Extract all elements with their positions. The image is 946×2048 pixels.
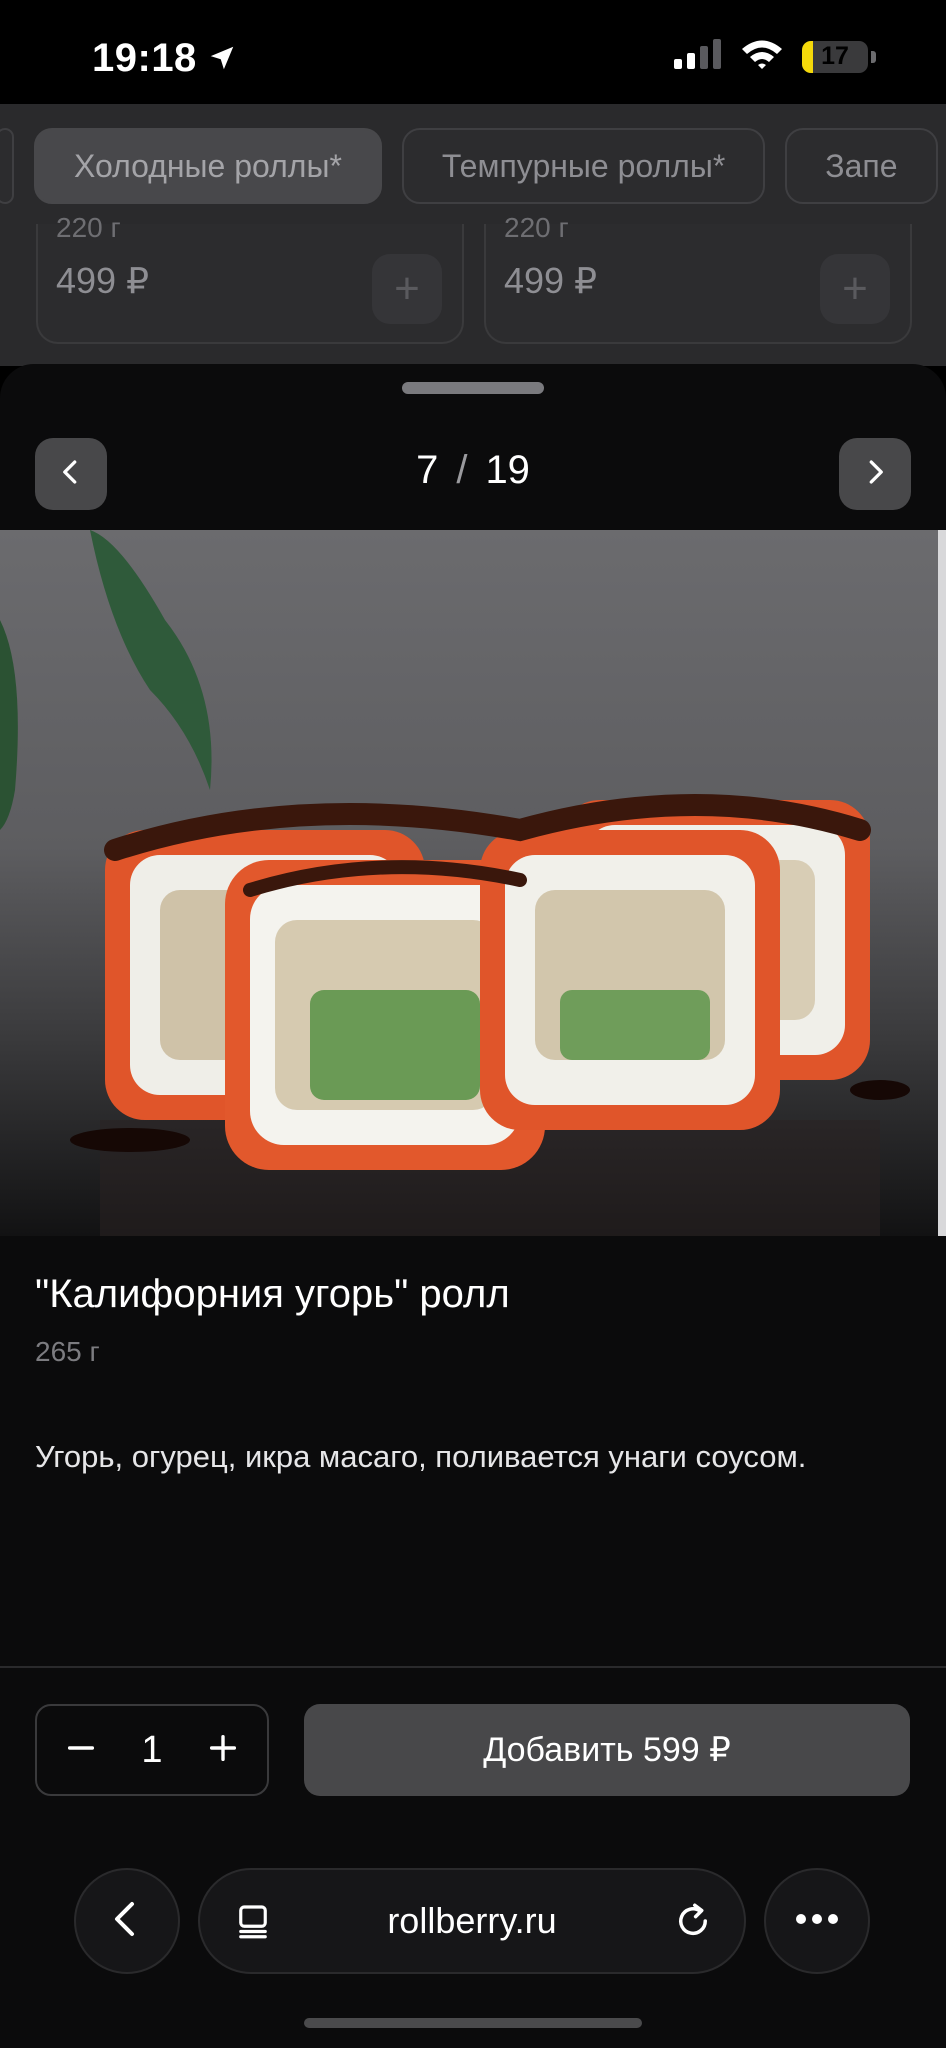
product-card-list: 220 г 499 ₽ + 220 г 499 ₽ + xyxy=(36,212,912,344)
category-tabs: Холодные роллы* Темпурные роллы* Запе xyxy=(0,128,938,204)
more-icon xyxy=(794,1912,840,1931)
minus-icon xyxy=(64,1731,98,1770)
category-chip-tempura-rolls[interactable]: Темпурные роллы* xyxy=(401,128,766,204)
home-indicator xyxy=(304,2018,642,2028)
category-chip-baked[interactable]: Запе xyxy=(785,128,938,204)
quantity-value: 1 xyxy=(141,1728,163,1771)
battery-cap xyxy=(871,50,876,63)
battery-indicator: 17 xyxy=(802,40,868,73)
category-chip-cold-rolls[interactable]: Холодные роллы* xyxy=(34,128,382,204)
chevron-right-icon xyxy=(860,457,890,492)
plus-icon xyxy=(206,1731,240,1770)
increase-quantity-button[interactable] xyxy=(201,1728,245,1772)
product-pager: 7 / 19 xyxy=(0,448,946,493)
battery-percent: 17 xyxy=(821,42,849,70)
product-card[interactable]: 220 г 499 ₽ + xyxy=(484,212,912,344)
decrease-quantity-button[interactable] xyxy=(59,1728,103,1772)
background-page: Холодные роллы* Темпурные роллы* Запе 22… xyxy=(0,104,946,366)
product-title: "Калифорния угорь" ролл xyxy=(35,1272,510,1316)
signal-icon xyxy=(674,39,722,74)
product-card-weight: 220 г xyxy=(504,212,569,243)
product-card-weight: 220 г xyxy=(56,212,121,243)
status-indicators: 17 xyxy=(674,38,876,75)
category-chip-previous[interactable] xyxy=(0,128,14,204)
product-card[interactable]: 220 г 499 ₽ + xyxy=(36,212,464,344)
location-arrow-icon xyxy=(207,38,237,83)
reload-icon[interactable] xyxy=(672,1900,714,1947)
status-bar: 19:18 17 xyxy=(0,0,946,104)
product-photo xyxy=(0,530,946,1236)
product-weight: 265 г xyxy=(35,1336,100,1367)
pager-total: 19 xyxy=(485,448,530,492)
quantity-stepper: 1 xyxy=(35,1704,269,1796)
browser-url: rollberry.ru xyxy=(387,1900,557,1941)
product-sheet: 7 / 19 "Калифорния угорь" ролл 265 г Угорь… xyxy=(0,364,946,2048)
back-icon xyxy=(107,1899,147,1944)
pager-separator: / xyxy=(456,448,468,492)
next-product-button[interactable] xyxy=(839,438,911,510)
product-card-price: 499 ₽ xyxy=(56,260,149,301)
product-card-price: 499 ₽ xyxy=(504,260,597,301)
pager-current: 7 xyxy=(416,448,439,492)
browser-more-button[interactable] xyxy=(764,1868,870,1974)
browser-address-bar[interactable]: rollberry.ru xyxy=(198,1868,746,1974)
add-to-cart-button[interactable]: Добавить 599 ₽ xyxy=(304,1704,910,1796)
status-time: 19:18 xyxy=(92,36,237,83)
sheet-grabber[interactable] xyxy=(402,382,544,394)
sushi-roll-illustration xyxy=(0,530,910,1236)
product-card-add-button[interactable]: + xyxy=(372,254,442,324)
wifi-icon xyxy=(740,38,784,75)
photo-scrollbar[interactable] xyxy=(938,530,946,1236)
status-time-text: 19:18 xyxy=(92,36,197,80)
product-card-add-button[interactable]: + xyxy=(820,254,890,324)
browser-back-button[interactable] xyxy=(74,1868,180,1974)
sheet-divider xyxy=(0,1666,946,1668)
product-description: Угорь, огурец, икра масаго, поливается у… xyxy=(35,1439,807,1474)
